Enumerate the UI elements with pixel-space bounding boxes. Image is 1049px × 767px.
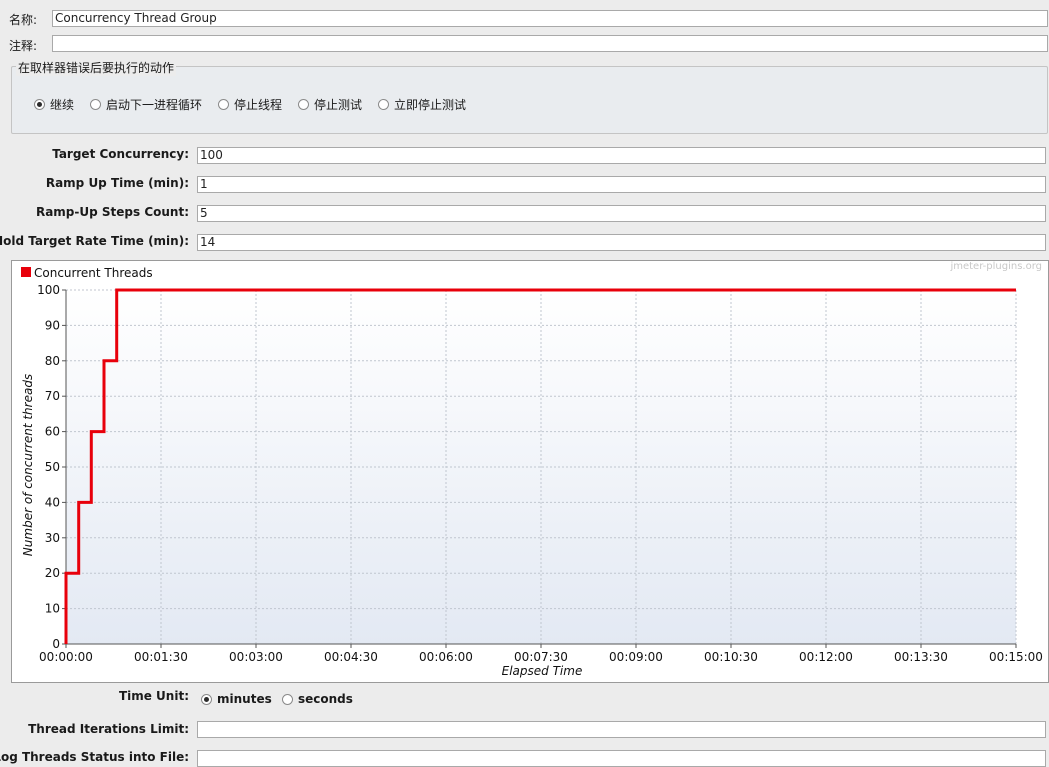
comment-field[interactable] — [52, 35, 1048, 52]
y-axis-label: Number of concurrent threads — [21, 374, 35, 556]
log-status-field[interactable] — [197, 750, 1046, 767]
log-status-label: Log Threads Status into File: — [0, 750, 189, 764]
y-tick-label: 40 — [45, 495, 60, 509]
y-tick-label: 70 — [45, 389, 60, 403]
error-action-legend: 在取样器错误后要执行的动作 — [16, 59, 177, 76]
radio-unselected-icon — [298, 99, 309, 110]
x-tick-label: 00:10:30 — [704, 650, 758, 664]
name-field[interactable]: Concurrency Thread Group — [52, 10, 1048, 27]
hold-time-field[interactable]: 14 — [197, 234, 1046, 251]
x-tick-label: 00:12:00 — [799, 650, 853, 664]
radio-unselected-icon — [282, 693, 293, 705]
radio-stop-thread-label: 停止线程 — [234, 98, 283, 112]
radio-continue[interactable]: 继续 — [34, 96, 74, 113]
y-tick-label: 90 — [45, 318, 60, 332]
radio-selected-icon — [201, 693, 212, 705]
x-tick-label: 00:03:00 — [229, 650, 283, 664]
ramp-up-steps-label: Ramp-Up Steps Count: — [35, 205, 189, 219]
name-label: 名称: — [9, 13, 38, 27]
iterations-limit-label: Thread Iterations Limit: — [28, 722, 189, 736]
legend-label: Concurrent Threads — [34, 266, 153, 280]
radio-stop-test-now[interactable]: 立即停止测试 — [378, 96, 466, 113]
y-tick-label: 20 — [45, 566, 60, 580]
watermark: jmeter-plugins.org — [949, 261, 1042, 272]
time-unit-label: Time Unit: — [118, 689, 189, 703]
x-tick-label: 00:09:00 — [609, 650, 663, 664]
target-concurrency-field[interactable]: 100 — [197, 147, 1046, 164]
y-tick-label: 60 — [45, 425, 60, 439]
y-tick-label: 0 — [52, 637, 60, 651]
ramp-up-time-label: Ramp Up Time (min): — [45, 176, 189, 190]
ramp-up-steps-field[interactable]: 5 — [197, 205, 1046, 222]
x-axis-label: Elapsed Time — [502, 664, 583, 678]
x-tick-label: 00:07:30 — [514, 650, 568, 664]
radio-continue-label: 继续 — [50, 98, 75, 112]
target-concurrency-label: Target Concurrency: — [52, 147, 189, 161]
x-tick-label: 00:00:00 — [39, 650, 93, 664]
legend-swatch — [21, 267, 31, 277]
x-tick-label: 00:15:00 — [989, 650, 1043, 664]
radio-unselected-icon — [90, 99, 101, 110]
x-tick-label: 00:06:00 — [419, 650, 473, 664]
radio-seconds[interactable]: seconds — [282, 692, 353, 706]
radio-stop-test[interactable]: 停止测试 — [298, 96, 362, 113]
y-tick-label: 100 — [37, 283, 60, 297]
y-tick-label: 80 — [45, 354, 60, 368]
radio-next-loop-label: 启动下一进程循环 — [106, 98, 203, 112]
radio-stop-test-now-label: 立即停止测试 — [394, 98, 467, 112]
radio-unselected-icon — [378, 99, 389, 110]
chart-svg: 0 10 20 30 40 50 60 70 80 90 100 00:00:00 00:01:30 00… — [21, 261, 1043, 678]
ramp-up-time-field[interactable]: 1 — [197, 176, 1046, 193]
radio-next-loop[interactable]: 启动下一进程循环 — [90, 96, 202, 113]
hold-time-label: Hold Target Rate Time (min): — [0, 234, 189, 248]
iterations-limit-field[interactable] — [197, 721, 1046, 738]
y-tick-label: 50 — [45, 460, 60, 474]
x-tick-label: 00:01:30 — [134, 650, 188, 664]
radio-stop-test-label: 停止测试 — [314, 98, 363, 112]
radio-minutes[interactable]: minutes — [201, 692, 272, 706]
y-tick-label: 10 — [45, 602, 60, 616]
radio-seconds-label: seconds — [298, 692, 353, 706]
y-tick-label: 30 — [45, 531, 60, 545]
radio-selected-icon — [34, 99, 45, 110]
x-tick-label: 00:04:30 — [324, 650, 378, 664]
radio-stop-thread[interactable]: 停止线程 — [218, 96, 282, 113]
comment-label: 注释: — [9, 39, 38, 53]
concurrency-chart: 0 10 20 30 40 50 60 70 80 90 100 00:00:00 00:01:30 00… — [11, 260, 1049, 683]
radio-minutes-label: minutes — [217, 692, 272, 706]
x-tick-label: 00:13:30 — [894, 650, 948, 664]
radio-unselected-icon — [218, 99, 229, 110]
